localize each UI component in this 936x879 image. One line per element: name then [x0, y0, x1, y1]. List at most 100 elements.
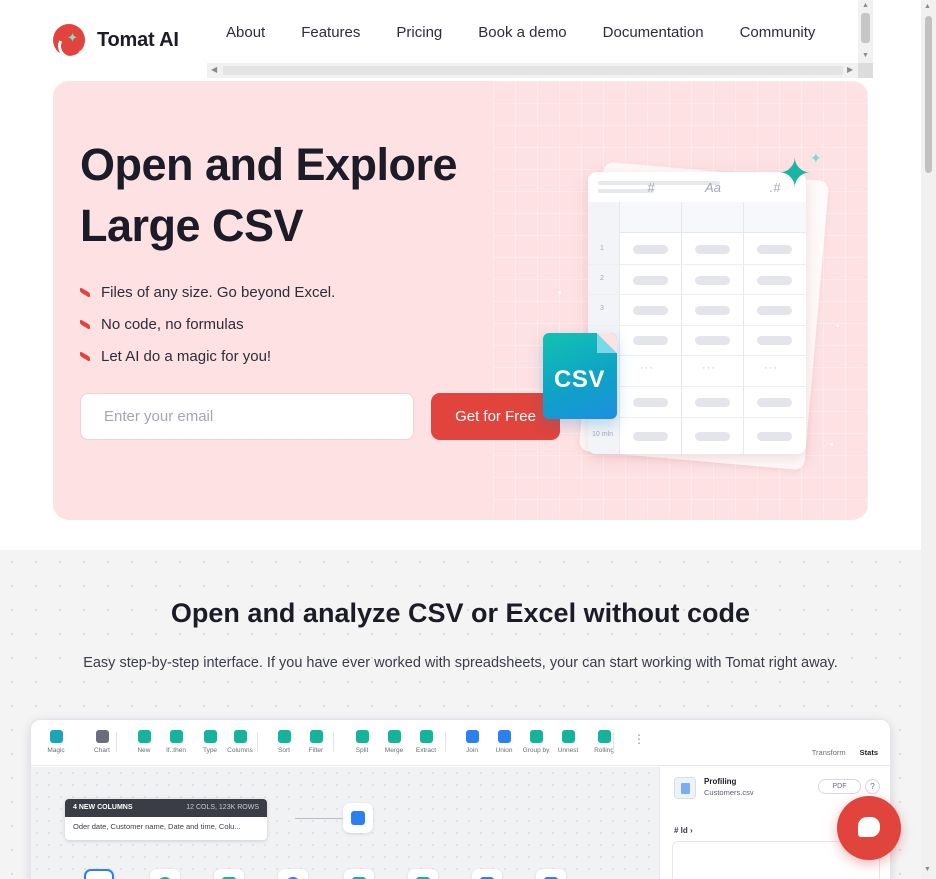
- row-number: 1: [600, 245, 604, 252]
- section-subtitle: Easy step-by-step interface. If you have…: [83, 655, 838, 671]
- toolbar-magic-button[interactable]: Magic: [39, 730, 73, 754]
- chat-launcher-button[interactable]: [837, 796, 901, 860]
- if-then-icon: [169, 730, 183, 743]
- toolbar-label: Chart: [94, 747, 110, 754]
- scroll-down-arrow-icon[interactable]: ▼: [862, 52, 869, 59]
- type-node[interactable]: [214, 869, 244, 879]
- hero-title: Open and Explore Large CSV: [80, 139, 458, 251]
- sparkle-small-icon: ✦: [810, 150, 822, 166]
- pipeline-canvas[interactable]: 4 NEW COLUMNS 12 COLS, 123K ROWS Oder dat…: [31, 767, 659, 879]
- toolbar-label: Extract: [415, 747, 437, 754]
- toolbar-columns-button[interactable]: Columns: [223, 730, 257, 754]
- toolbar-type-button[interactable]: Type: [193, 730, 227, 754]
- toolbar-union-button[interactable]: Union: [487, 730, 521, 754]
- get-for-free-button[interactable]: Get for Free: [431, 393, 560, 440]
- toolbar-label: Sort: [278, 747, 290, 754]
- toolbar-filter-button[interactable]: Filter: [299, 730, 333, 754]
- bullet-icon: [80, 318, 90, 330]
- pdf-export-button[interactable]: PDF: [818, 779, 861, 794]
- toolbar-label: Columns: [227, 747, 253, 754]
- magic-icon: [49, 730, 63, 743]
- list-item: Let AI do a magic for you!: [80, 340, 335, 372]
- more-options-icon[interactable]: ⋮: [633, 732, 645, 746]
- tooltip-meta: 12 COLS, 123K ROWS: [186, 804, 259, 811]
- toolbar-if-then-button[interactable]: If..then: [159, 730, 193, 754]
- join-node[interactable]: [278, 869, 308, 879]
- toolbar-join-button[interactable]: Join: [455, 730, 489, 754]
- spreadsheet-illustration: # Aa .# 1 2 3 10 mln ··· ··· ···: [588, 172, 806, 454]
- text-column-icon: Aa: [705, 180, 721, 195]
- toolbar-group-by-button[interactable]: Group by: [519, 730, 553, 754]
- chart-icon: [95, 730, 109, 743]
- brand-logo[interactable]: ✦ Tomat AI: [53, 24, 179, 56]
- split-icon: [355, 730, 369, 743]
- bullet-icon: [80, 286, 90, 298]
- nav-book-demo[interactable]: Book a demo: [478, 24, 566, 41]
- scrollbar-thumb[interactable]: [223, 66, 843, 75]
- toolbar-rolling-button[interactable]: Rolling: [587, 730, 621, 754]
- nav-documentation[interactable]: Documentation: [603, 24, 704, 41]
- unnest-icon: [561, 730, 575, 743]
- nav-features[interactable]: Features: [301, 24, 360, 41]
- hero-feature-list: Files of any size. Go beyond Excel. No c…: [80, 276, 335, 372]
- help-button[interactable]: ?: [865, 779, 880, 794]
- rolling-icon: [597, 730, 611, 743]
- features-section: Open and analyze CSV or Excel without co…: [0, 550, 921, 879]
- toolbar-divider: [613, 732, 614, 752]
- toolbar-chart-button[interactable]: Chart: [85, 730, 119, 754]
- nav-about[interactable]: About: [226, 24, 265, 41]
- scrollbar-thumb[interactable]: [861, 13, 870, 43]
- toolbar-label: Union: [495, 747, 513, 754]
- merge-icon: [387, 730, 401, 743]
- nav-horizontal-scrollbar[interactable]: ◀ ▶: [207, 63, 858, 78]
- panel-tabs: Transform Stats: [798, 748, 878, 757]
- scrollbar-thumb[interactable]: [925, 16, 932, 173]
- tab-transform[interactable]: Transform: [812, 748, 846, 757]
- nav-vertical-scrollbar[interactable]: ▲ ▼: [858, 0, 873, 63]
- csv-export-node[interactable]: [536, 869, 566, 879]
- toolbar-label: Unnest: [557, 747, 579, 754]
- toolbar-label: Merge: [384, 747, 404, 754]
- node-tooltip: 4 NEW COLUMNS 12 COLS, 123K ROWS Oder dat…: [65, 799, 267, 840]
- scroll-left-arrow-icon[interactable]: ◀: [211, 65, 217, 74]
- panel-title: Profiling: [704, 777, 737, 786]
- type-icon: [203, 730, 217, 743]
- scroll-right-arrow-icon[interactable]: ▶: [847, 65, 853, 74]
- toolbar-new-button[interactable]: New: [127, 730, 161, 754]
- toolbar-extract-button[interactable]: Extract: [409, 730, 443, 754]
- csv-source-node[interactable]: [84, 869, 114, 879]
- number-column-icon: #: [647, 180, 655, 195]
- text-node[interactable]: [344, 869, 374, 879]
- tooltip-title: 4 NEW COLUMNS: [73, 804, 133, 811]
- csv-output-node[interactable]: [343, 803, 373, 833]
- nav-pricing[interactable]: Pricing: [396, 24, 442, 41]
- page-vertical-scrollbar[interactable]: ▲ ▼: [921, 0, 936, 879]
- toolbar-split-button[interactable]: Split: [345, 730, 379, 754]
- app-preview-screenshot: Magic Chart New If..then Type Columns Sort Filt…: [30, 719, 891, 879]
- join-icon: [465, 730, 479, 743]
- table-node[interactable]: [472, 869, 502, 879]
- group-by-icon: [529, 730, 543, 743]
- toolbar-sort-button[interactable]: Sort: [267, 730, 301, 754]
- row-number: 2: [600, 275, 604, 282]
- hero-section: Open and Explore Large CSV Files of any …: [53, 81, 868, 520]
- scroll-up-arrow-icon[interactable]: ▲: [862, 2, 869, 9]
- sort-icon: [277, 730, 291, 743]
- field-name[interactable]: # Id ›: [674, 826, 693, 835]
- union-icon: [497, 730, 511, 743]
- new-column-node[interactable]: [150, 869, 180, 879]
- toolbar-merge-button[interactable]: Merge: [377, 730, 411, 754]
- columns-icon: [233, 730, 247, 743]
- email-input[interactable]: [80, 393, 414, 440]
- scrollbar-corner: [858, 63, 873, 78]
- scroll-down-arrow-icon[interactable]: ▼: [924, 866, 931, 873]
- extract-node[interactable]: [408, 869, 438, 879]
- toolbar-label: Group by: [522, 747, 550, 754]
- scroll-up-arrow-icon[interactable]: ▲: [924, 3, 931, 10]
- toolbar-divider: [333, 732, 334, 752]
- extract-icon: [419, 730, 433, 743]
- toolbar-unnest-button[interactable]: Unnest: [551, 730, 585, 754]
- section-title: Open and analyze CSV or Excel without co…: [170, 598, 751, 628]
- nav-community[interactable]: Community: [740, 24, 816, 41]
- tab-stats[interactable]: Stats: [860, 748, 878, 757]
